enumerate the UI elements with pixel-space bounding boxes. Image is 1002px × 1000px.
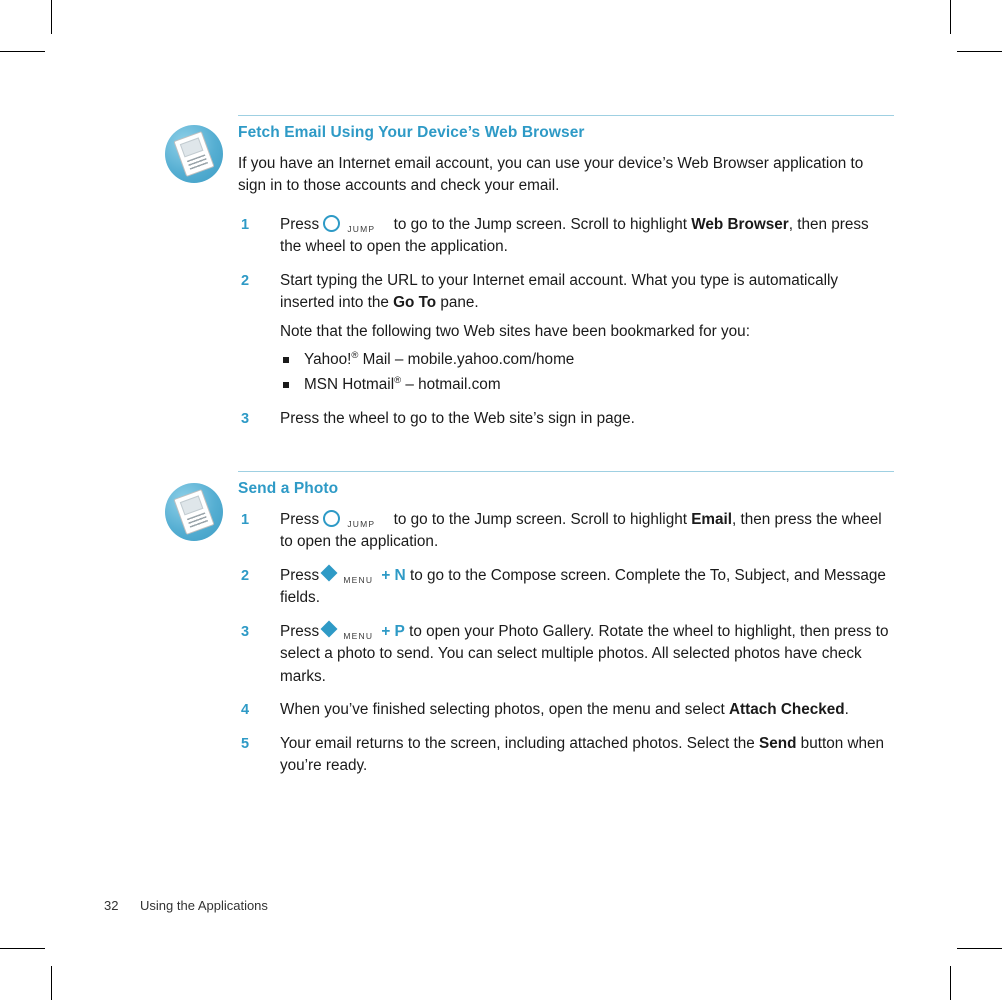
jump-key-label: JUMP <box>347 518 376 529</box>
crop-mark-bottom-left-horizontal <box>0 948 45 949</box>
page-footer: 32 Using the Applications <box>104 898 268 913</box>
bookmark-name: MSN Hotmail <box>304 376 395 394</box>
step-number: 2 <box>241 567 250 584</box>
step-item: 1 Press JUMP to go to the Jump screen. S… <box>238 214 894 259</box>
section-fetch-email: Fetch Email Using Your Device’s Web Brow… <box>238 115 894 442</box>
menu-key-label: MENU <box>343 630 374 641</box>
section-intro-fetch-email: If you have an Internet email account, y… <box>238 154 864 195</box>
step-number: 4 <box>241 702 250 719</box>
shortcut-letter: P <box>394 622 405 640</box>
step-number: 1 <box>241 511 250 528</box>
camera-device-icon-fetch-email <box>165 125 223 183</box>
list-item: Yahoo!® Mail – mobile.yahoo.com/home <box>280 347 894 372</box>
crop-mark-bottom-left-vertical <box>51 966 52 1000</box>
step-text-mid: to go to the Jump screen. Scroll to high… <box>389 215 692 233</box>
bookmark-name: Yahoo! <box>304 351 352 369</box>
registered-mark: ® <box>394 375 402 386</box>
section-title-send-a-photo: Send a Photo <box>238 480 339 497</box>
section-divider <box>238 471 894 472</box>
footer-chapter-title: Using the Applications <box>140 898 268 913</box>
section-title-fetch-email: Fetch Email Using Your Device’s Web Brow… <box>238 124 585 141</box>
step-number: 5 <box>241 735 250 752</box>
crop-mark-bottom-right-horizontal <box>957 948 1002 949</box>
crop-mark-top-right-vertical <box>950 0 951 34</box>
menu-key-icon: MENU <box>320 564 381 585</box>
bookmark-suffix: Mail <box>358 351 391 369</box>
crop-mark-bottom-right-vertical <box>950 966 951 1000</box>
page-number: 32 <box>104 898 119 913</box>
menu-key-icon: MENU <box>320 620 381 641</box>
step-item: 2 Start typing the URL to your Internet … <box>238 270 894 398</box>
section-send-a-photo: Send a Photo 1 Press JUMP to go to the J… <box>238 471 894 789</box>
step-text-pre: Your email returns to the screen, includ… <box>280 734 760 752</box>
jump-key-icon: JUMP <box>323 509 389 529</box>
jump-key-label: JUMP <box>347 223 376 234</box>
step-text-pre: Press <box>280 215 320 233</box>
step-bold-term: Send <box>759 734 797 752</box>
step-item: 2 Press MENU + N to go to the Compose scr… <box>238 564 894 610</box>
crop-mark-top-right-horizontal <box>957 51 1002 52</box>
step-item: 1 Press JUMP to go to the Jump screen. S… <box>238 509 894 554</box>
step-number: 2 <box>241 272 250 289</box>
document-page: Fetch Email Using Your Device’s Web Brow… <box>0 0 1002 1000</box>
step-text-pre: Press <box>280 566 320 584</box>
menu-key-label: MENU <box>343 574 374 585</box>
step-number: 3 <box>241 411 250 428</box>
section-divider <box>238 115 894 116</box>
step-bold-term: Go To <box>393 294 437 312</box>
bookmark-url: – mobile.yahoo.com/home <box>394 351 575 369</box>
step-item: 4 When you’ve finished selecting photos,… <box>238 699 894 722</box>
crop-mark-top-left-vertical <box>51 0 52 34</box>
step-text-pre: When you’ve finished selecting photos, o… <box>280 701 729 719</box>
step-text-pre: Press the wheel to go to the Web site’s … <box>280 410 635 428</box>
step-bold-term: Attach Checked <box>729 701 845 719</box>
shortcut-letter: N <box>394 566 406 584</box>
step-text-post: pane. <box>436 294 479 312</box>
step-bold-term: Web Browser <box>691 215 789 233</box>
step-text-mid: to go to the Jump screen. Scroll to high… <box>389 510 692 528</box>
bookmark-url: – hotmail.com <box>405 376 501 394</box>
step-note: Note that the following two Web sites ha… <box>280 322 750 340</box>
bookmark-list: Yahoo!® Mail – mobile.yahoo.com/home MSN… <box>280 347 894 397</box>
steps-list-fetch-email: 1 Press JUMP to go to the Jump screen. S… <box>238 214 894 431</box>
step-text-pre: Start typing the URL to your Internet em… <box>280 271 839 312</box>
step-number: 3 <box>241 623 250 640</box>
camera-device-icon-send-photo <box>165 483 223 541</box>
plus-sign: + <box>381 566 391 584</box>
step-item: 3 Press MENU + P to open your Photo Galle… <box>238 620 894 689</box>
step-item: 3 Press the wheel to go to the Web site’… <box>238 408 894 431</box>
step-text-pre: Press <box>280 510 320 528</box>
steps-list-send-a-photo: 1 Press JUMP to go to the Jump screen. S… <box>238 509 894 778</box>
step-number: 1 <box>241 216 250 233</box>
jump-key-icon: JUMP <box>323 214 389 234</box>
crop-mark-top-left-horizontal <box>0 51 45 52</box>
step-item: 5 Your email returns to the screen, incl… <box>238 733 894 778</box>
step-bold-term: Email <box>691 510 733 528</box>
step-text-pre: Press <box>280 622 320 640</box>
list-item: MSN Hotmail® – hotmail.com <box>280 372 894 397</box>
plus-sign: + <box>381 622 391 640</box>
step-text-post: . <box>844 701 849 719</box>
